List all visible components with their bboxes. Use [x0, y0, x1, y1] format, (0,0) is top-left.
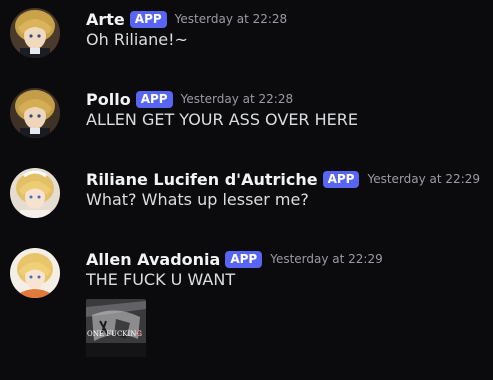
- message-header: Arte APP Yesterday at 22:28: [86, 8, 287, 30]
- message-content: Oh Riliane!~: [86, 30, 188, 49]
- message-content: What? Whats up lesser me?: [86, 190, 309, 209]
- chat-message-list: Arte APP Yesterday at 22:28 Oh Riliane!~…: [0, 0, 493, 380]
- message-timestamp: Yesterday at 22:28: [180, 92, 294, 106]
- image-attachment[interactable]: ONE FUCKING ✕: [86, 299, 146, 357]
- author-name[interactable]: Pollo: [86, 90, 131, 109]
- author-name[interactable]: Riliane Lucifen d'Autriche: [86, 170, 318, 189]
- author-name[interactable]: Allen Avadonia: [86, 250, 220, 269]
- attachment-caption: ONE FUCKING: [87, 330, 142, 338]
- message-timestamp: Yesterday at 22:29: [270, 252, 383, 266]
- app-badge: APP: [135, 90, 173, 108]
- avatar[interactable]: [10, 8, 60, 58]
- message-header: Allen Avadonia APP Yesterday at 22:29: [86, 248, 383, 270]
- message-timestamp: Yesterday at 22:29: [367, 172, 481, 186]
- avatar[interactable]: [10, 248, 60, 298]
- avatar[interactable]: [10, 168, 60, 218]
- app-badge: APP: [225, 250, 263, 268]
- app-badge: APP: [322, 170, 360, 188]
- svg-text:✕: ✕: [136, 330, 142, 338]
- message-header: Riliane Lucifen d'Autriche APP Yesterday…: [86, 168, 480, 190]
- app-badge: APP: [129, 10, 167, 28]
- message-header: Pollo APP Yesterday at 22:28: [86, 88, 293, 110]
- message-content: THE FUCK U WANT: [86, 270, 236, 289]
- message-timestamp: Yesterday at 22:28: [174, 12, 288, 26]
- message-content: ALLEN GET YOUR ASS OVER HERE: [86, 110, 358, 129]
- avatar[interactable]: [10, 88, 60, 138]
- author-name[interactable]: Arte: [86, 10, 125, 29]
